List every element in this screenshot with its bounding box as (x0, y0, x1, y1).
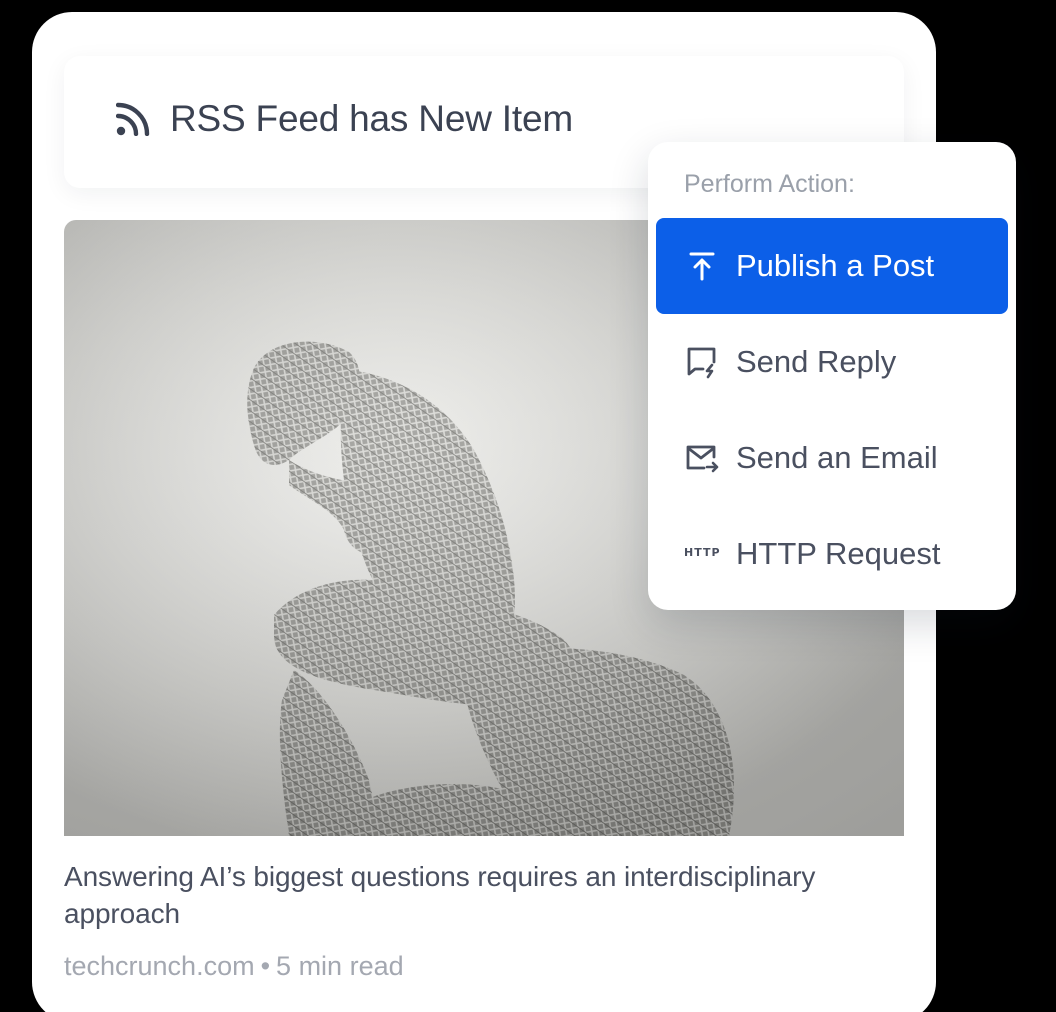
menu-item-send-reply[interactable]: Send Reply (656, 314, 1008, 410)
reply-message-icon (687, 347, 716, 379)
article-meta: techcrunch.com • 5 min read (64, 948, 404, 984)
upload-icon (689, 252, 715, 281)
menu-item-send-email[interactable]: Send an Email (656, 410, 1008, 506)
rss-icon (116, 102, 150, 136)
email-forward-icon (686, 445, 719, 473)
menu-item-http-request[interactable]: HTTP HTTP Request (656, 506, 1008, 602)
menu-item-publish-post[interactable]: Publish a Post (656, 218, 1008, 314)
article-source[interactable]: techcrunch.com (64, 951, 255, 981)
stage: RSS Feed has New Item Answering AI’s big… (0, 0, 1056, 1012)
trigger-title: RSS Feed has New Item (170, 98, 573, 139)
menu-heading: Perform Action: (684, 170, 855, 198)
article-headline[interactable]: Answering AI’s biggest questions require… (64, 858, 904, 932)
menu-item-label: Send Reply (736, 344, 897, 379)
menu-item-label: Send an Email (736, 440, 938, 475)
article-read-time: 5 min read (276, 951, 404, 981)
perform-action-menu: Perform Action: Publish a Post Send Repl… (648, 142, 1016, 610)
meta-separator: • (260, 951, 271, 981)
menu-item-label: Publish a Post (736, 248, 935, 283)
http-icon: HTTP (684, 546, 721, 559)
menu-item-label: HTTP Request (736, 536, 941, 571)
